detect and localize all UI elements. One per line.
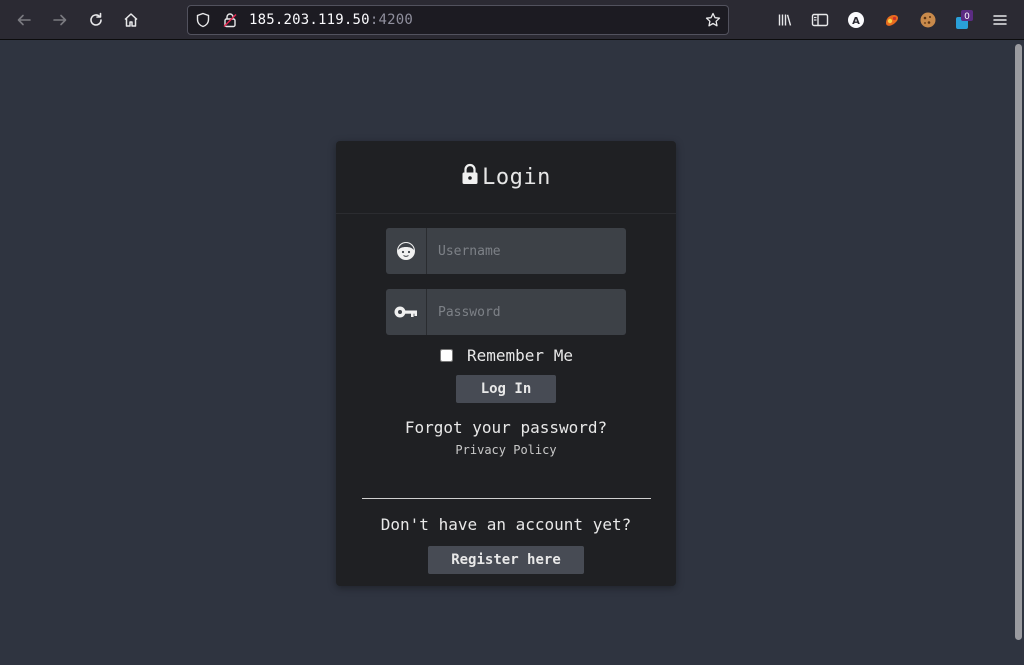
extension-badge-count: 0 [964,12,970,22]
home-icon[interactable] [119,8,143,32]
extension-icon[interactable] [880,8,904,32]
no-account-text: Don't have an account yet? [380,515,632,534]
insecure-lock-icon[interactable] [222,12,238,32]
password-field[interactable] [386,289,626,335]
user-face-icon [386,228,427,274]
library-icon[interactable] [773,8,797,32]
login-title: Login [482,164,551,190]
remember-me-label: Remember Me [467,346,573,365]
shield-icon[interactable] [195,12,211,32]
browser-toolbar: 185.203.119.50:4200 A 0 [0,0,1024,40]
reload-icon[interactable] [84,8,108,32]
username-input[interactable] [428,228,624,274]
back-icon[interactable] [12,8,36,32]
account-icon[interactable]: A [844,8,868,32]
register-button[interactable]: Register here [428,546,584,574]
url-bar[interactable]: 185.203.119.50:4200 [187,5,729,35]
forward-icon[interactable] [48,8,72,32]
extension-badge-icon[interactable]: 0 [952,8,976,32]
bookmark-star-icon[interactable] [705,12,721,32]
login-card: Login Remember Me Log In Forgot your pas… [336,141,676,586]
page-scrollbar[interactable] [1015,44,1022,640]
sidebar-icon[interactable] [808,8,832,32]
url-host: 185.203.119.50 [249,12,370,28]
password-input[interactable] [428,289,624,335]
login-button[interactable]: Log In [456,375,556,403]
forgot-password-link[interactable]: Forgot your password? [336,418,676,437]
remember-me[interactable]: Remember Me [440,346,573,365]
privacy-policy-link[interactable]: Privacy Policy [336,443,676,457]
remember-me-checkbox[interactable] [440,349,453,362]
url-port: :4200 [369,12,413,28]
menu-icon[interactable] [988,8,1012,32]
divider [362,498,651,499]
lock-icon [461,163,482,191]
key-icon [386,289,427,335]
cookie-icon[interactable] [916,8,940,32]
username-field[interactable] [386,228,626,274]
account-initial: A [852,16,860,27]
login-header: Login [336,141,676,214]
url-text[interactable]: 185.203.119.50:4200 [249,12,413,28]
